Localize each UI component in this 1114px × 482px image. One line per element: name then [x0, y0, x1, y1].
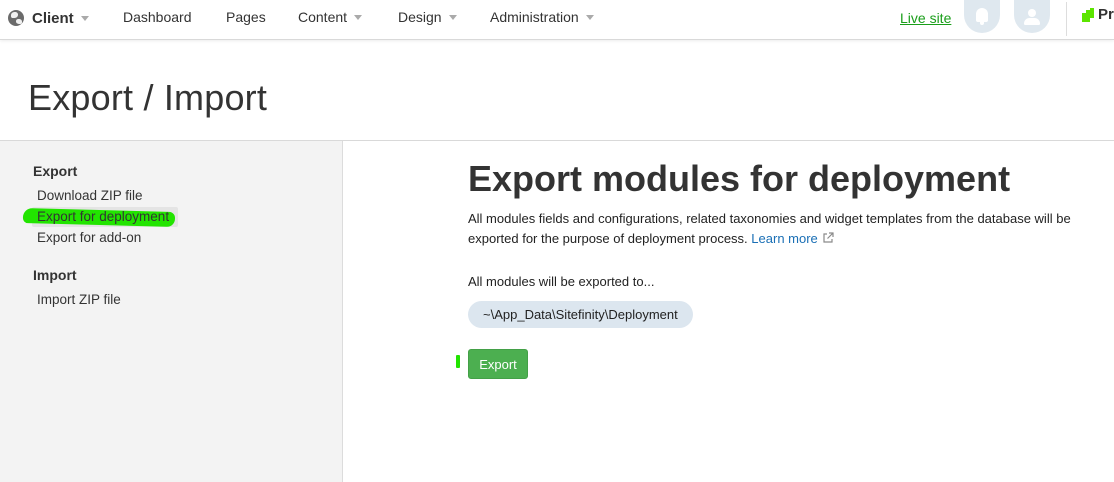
progress-logo-text: Pr — [1098, 6, 1114, 23]
site-selector[interactable]: Client — [8, 8, 89, 28]
learn-more-label: Learn more — [751, 231, 818, 246]
page-title: Export / Import — [28, 77, 268, 118]
nav-dashboard[interactable]: Dashboard — [123, 9, 192, 25]
sidebar-item-export-for-addon[interactable]: Export for add-on — [37, 230, 141, 245]
live-site-link[interactable]: Live site — [900, 10, 951, 26]
nav-dashboard-label: Dashboard — [123, 9, 192, 25]
nav-design-label: Design — [398, 9, 442, 25]
export-destination-label: All modules will be exported to... — [468, 274, 655, 289]
nav-content-label: Content — [298, 9, 348, 25]
nav-administration[interactable]: Administration — [490, 9, 594, 25]
nav-pages[interactable]: Pages — [226, 9, 266, 25]
user-menu-button[interactable] — [1014, 0, 1050, 33]
chevron-down-icon — [585, 14, 594, 20]
progress-logo-icon — [1082, 7, 1095, 22]
sidebar-item-export-for-deployment[interactable]: Export for deployment — [37, 209, 169, 224]
highlighter-mark — [456, 355, 460, 368]
nav-design[interactable]: Design — [398, 9, 457, 25]
chevron-down-icon — [354, 14, 363, 20]
globe-icon — [8, 10, 24, 26]
user-icon — [1023, 8, 1041, 26]
section-title: Export modules for deployment — [468, 158, 1011, 199]
export-button[interactable]: Export — [468, 349, 528, 379]
sidebar-heading-import: Import — [33, 267, 77, 283]
section-description: All modules fields and configurations, r… — [468, 209, 1114, 249]
learn-more-link[interactable]: Learn more — [751, 231, 834, 246]
nav-pages-label: Pages — [226, 9, 266, 25]
notifications-button[interactable] — [964, 0, 1000, 33]
nav-content[interactable]: Content — [298, 9, 363, 25]
top-navigation-bar: Client Dashboard Pages Content Design Ad… — [0, 0, 1114, 40]
bell-icon — [974, 7, 990, 26]
sidebar-item-download-zip[interactable]: Download ZIP file — [37, 188, 143, 203]
progress-logo: Pr — [1082, 6, 1114, 23]
chevron-down-icon — [448, 14, 457, 20]
sidebar-heading-export: Export — [33, 163, 78, 179]
external-link-icon — [823, 232, 834, 243]
sidebar: Export Download ZIP file Export for depl… — [0, 141, 343, 482]
export-path-badge: ~\App_Data\Sitefinity\Deployment — [468, 301, 693, 328]
sidebar-item-import-zip[interactable]: Import ZIP file — [37, 292, 121, 307]
site-name: Client — [32, 9, 74, 27]
divider — [1066, 2, 1067, 36]
nav-administration-label: Administration — [490, 9, 579, 25]
chevron-down-icon — [80, 15, 89, 21]
